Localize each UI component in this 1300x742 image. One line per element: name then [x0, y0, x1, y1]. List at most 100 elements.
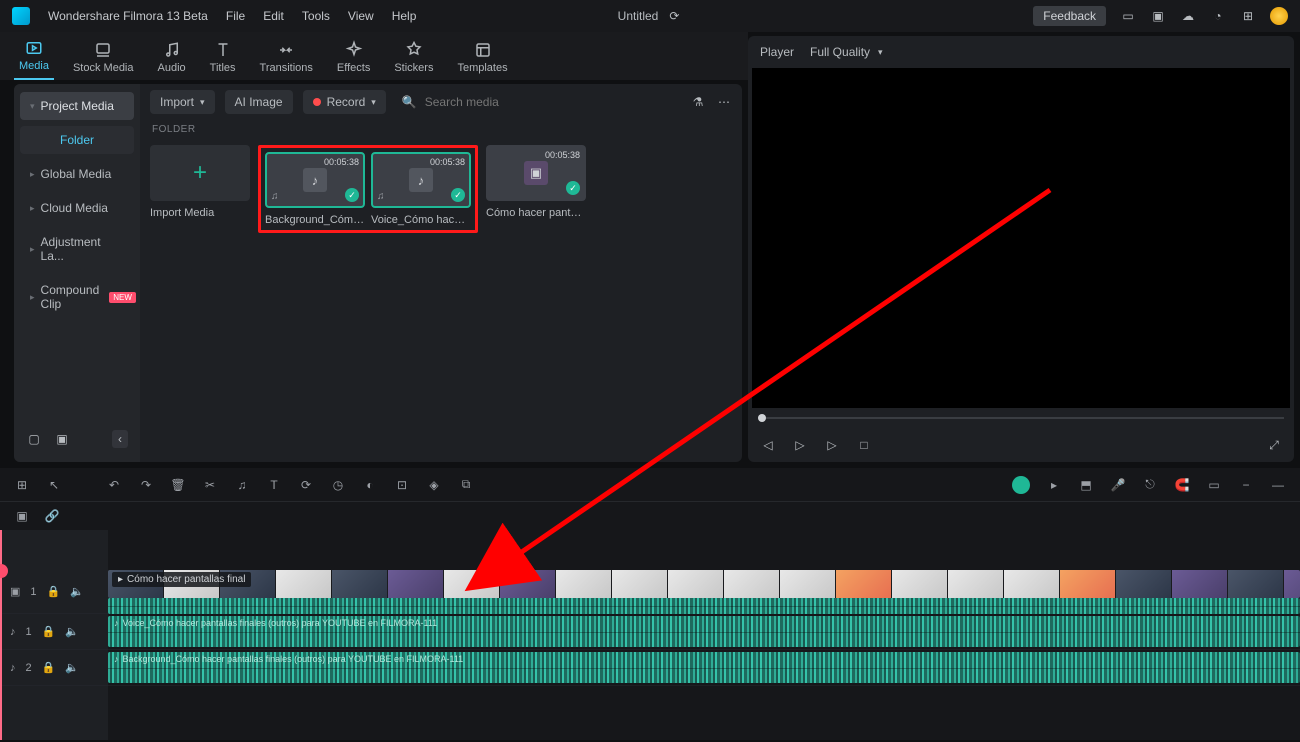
record-button[interactable]: Record▾: [303, 90, 386, 114]
audio-clip-1[interactable]: ♪Voice_Cómo hacer pantallas finales (out…: [108, 616, 1300, 647]
audio-track-icon: ♪: [10, 626, 16, 638]
stock-icon: [94, 41, 112, 59]
sidebar-folder[interactable]: Folder: [20, 126, 134, 154]
expand-icon[interactable]: ⤢: [1266, 437, 1282, 453]
tab-media[interactable]: Media: [14, 33, 54, 80]
mute-icon[interactable]: 🔈: [70, 585, 84, 598]
tab-transitions[interactable]: Transitions: [255, 35, 318, 80]
lock-icon[interactable]: 🔒: [47, 585, 61, 598]
link-icon[interactable]: 🔗: [44, 508, 60, 524]
save-icon[interactable]: ▣: [1150, 8, 1166, 24]
media-item[interactable]: 00:05:38▣✓ Cómo hacer pantallas ...: [486, 145, 586, 233]
tracks-area[interactable]: ▸Cómo hacer pantallas final ♪Voice_Cómo …: [108, 530, 1300, 740]
redo-icon[interactable]: ↷: [138, 477, 154, 493]
sidebar-adjustment-layer[interactable]: ▸Adjustment La...: [20, 228, 134, 270]
video-track[interactable]: ▸Cómo hacer pantallas final: [108, 570, 1300, 614]
color-icon[interactable]: ◐: [362, 477, 378, 493]
next-frame-icon[interactable]: ▷: [824, 437, 840, 453]
duration-icon[interactable]: ◷: [330, 477, 346, 493]
project-title[interactable]: Untitled: [618, 9, 659, 23]
audio-track-1-header[interactable]: ♪1🔒🔈: [0, 614, 108, 650]
mute-icon[interactable]: 🔈: [65, 661, 79, 674]
split-icon[interactable]: ✂: [202, 477, 218, 493]
grouping-icon[interactable]: ⧉: [458, 477, 474, 493]
headphones-icon[interactable]: ◔: [1210, 8, 1226, 24]
sidebar-compound-clip[interactable]: ▸Compound ClipNEW: [20, 276, 134, 318]
zoom-slider[interactable]: —: [1270, 477, 1286, 493]
feedback-button[interactable]: Feedback: [1033, 6, 1106, 26]
prev-frame-icon[interactable]: ◁: [760, 437, 776, 453]
video-track-header[interactable]: ▣1🔒🔈: [0, 570, 108, 614]
chevron-down-icon: ▾: [200, 97, 205, 108]
crop-icon[interactable]: ⊡: [394, 477, 410, 493]
duration-label: 00:05:38: [545, 150, 580, 160]
sidebar-global-media[interactable]: ▸Global Media: [20, 160, 134, 188]
search-field[interactable]: 🔍: [396, 95, 680, 109]
ai-tools-icon[interactable]: [1012, 476, 1030, 494]
marker-icon[interactable]: ⬒: [1078, 477, 1094, 493]
tab-templates[interactable]: Templates: [452, 35, 512, 80]
audio-mixer-icon[interactable]: ♫: [234, 477, 250, 493]
zoom-out-icon[interactable]: −: [1238, 477, 1254, 493]
cloud-upload-icon[interactable]: ☁: [1180, 8, 1196, 24]
voiceover-icon[interactable]: 🎤: [1110, 477, 1126, 493]
audio-track-1[interactable]: ♪Voice_Cómo hacer pantallas finales (out…: [108, 614, 1300, 650]
track-settings-icon[interactable]: ⊞: [14, 477, 30, 493]
collapse-sidebar-button[interactable]: ‹: [112, 430, 128, 448]
render-icon[interactable]: ▸: [1046, 477, 1062, 493]
sidebar-cloud-media[interactable]: ▸Cloud Media: [20, 194, 134, 222]
lock-icon[interactable]: 🔒: [42, 625, 56, 638]
tab-titles[interactable]: Titles: [205, 35, 241, 80]
search-input[interactable]: [425, 95, 674, 109]
audio-sync-icon[interactable]: ⎋: [1142, 477, 1158, 493]
new-bin-icon[interactable]: ▣: [54, 431, 70, 447]
play-icon[interactable]: ▷: [792, 437, 808, 453]
track-options-icon[interactable]: ▣: [14, 508, 30, 524]
menu-file[interactable]: File: [226, 9, 245, 23]
new-badge: NEW: [109, 292, 136, 303]
media-item[interactable]: 00:05:38♪♫✓ Voice_Cómo hacer pa...: [371, 152, 471, 226]
history-icon[interactable]: ⟳: [666, 8, 682, 24]
filter-icon[interactable]: ⚗: [690, 94, 706, 110]
delete-icon[interactable]: 🗑: [170, 477, 186, 493]
audio-track-2[interactable]: ♪Background_Cómo hacer pantallas finales…: [108, 650, 1300, 686]
audio-track-2-header[interactable]: ♪2🔒🔈: [0, 650, 108, 686]
ai-image-button[interactable]: AI Image: [225, 90, 293, 114]
more-icon[interactable]: ⋯: [716, 94, 732, 110]
tab-audio[interactable]: Audio: [153, 35, 191, 80]
project-title-group: Untitled ⟳: [618, 8, 683, 24]
import-button[interactable]: Import▾: [150, 90, 215, 114]
menu-help[interactable]: Help: [392, 9, 417, 23]
display-icon[interactable]: ▭: [1206, 477, 1222, 493]
undo-icon[interactable]: ↶: [106, 477, 122, 493]
text-icon[interactable]: T: [266, 477, 282, 493]
lock-icon[interactable]: 🔒: [42, 661, 56, 674]
menu-edit[interactable]: Edit: [263, 9, 284, 23]
cursor-icon[interactable]: ↖: [46, 477, 62, 493]
video-clip[interactable]: ▸Cómo hacer pantallas final: [108, 570, 1300, 598]
quality-dropdown[interactable]: Full Quality▾: [810, 45, 883, 59]
preview-viewport[interactable]: [752, 68, 1290, 408]
layout-icon[interactable]: ▭: [1120, 8, 1136, 24]
audio-clip-2[interactable]: ♪Background_Cómo hacer pantallas finales…: [108, 652, 1300, 683]
snap-icon[interactable]: 🧲: [1174, 477, 1190, 493]
media-item[interactable]: 00:05:38♪♫✓ Background_Cómo ha...: [265, 152, 365, 226]
tab-stickers[interactable]: Stickers: [389, 35, 438, 80]
menu-view[interactable]: View: [348, 9, 374, 23]
sidebar-project-media[interactable]: ▾Project Media: [20, 92, 134, 120]
stop-icon[interactable]: □: [856, 437, 872, 453]
preview-scrubber[interactable]: [748, 408, 1294, 428]
menu-tools[interactable]: Tools: [302, 9, 330, 23]
user-avatar[interactable]: [1270, 7, 1288, 25]
playhead[interactable]: [0, 530, 2, 740]
scrub-handle[interactable]: [758, 414, 766, 422]
tab-stock-media[interactable]: Stock Media: [68, 35, 139, 80]
apps-grid-icon[interactable]: ⊞: [1240, 8, 1256, 24]
mute-icon[interactable]: 🔈: [65, 625, 79, 638]
keyframe-icon[interactable]: ◈: [426, 477, 442, 493]
duration-label: 00:05:38: [324, 157, 359, 167]
tab-effects[interactable]: Effects: [332, 35, 375, 80]
new-folder-icon[interactable]: ▢: [26, 431, 42, 447]
import-media-card[interactable]: + Import Media: [150, 145, 250, 233]
speed-icon[interactable]: ⟳: [298, 477, 314, 493]
